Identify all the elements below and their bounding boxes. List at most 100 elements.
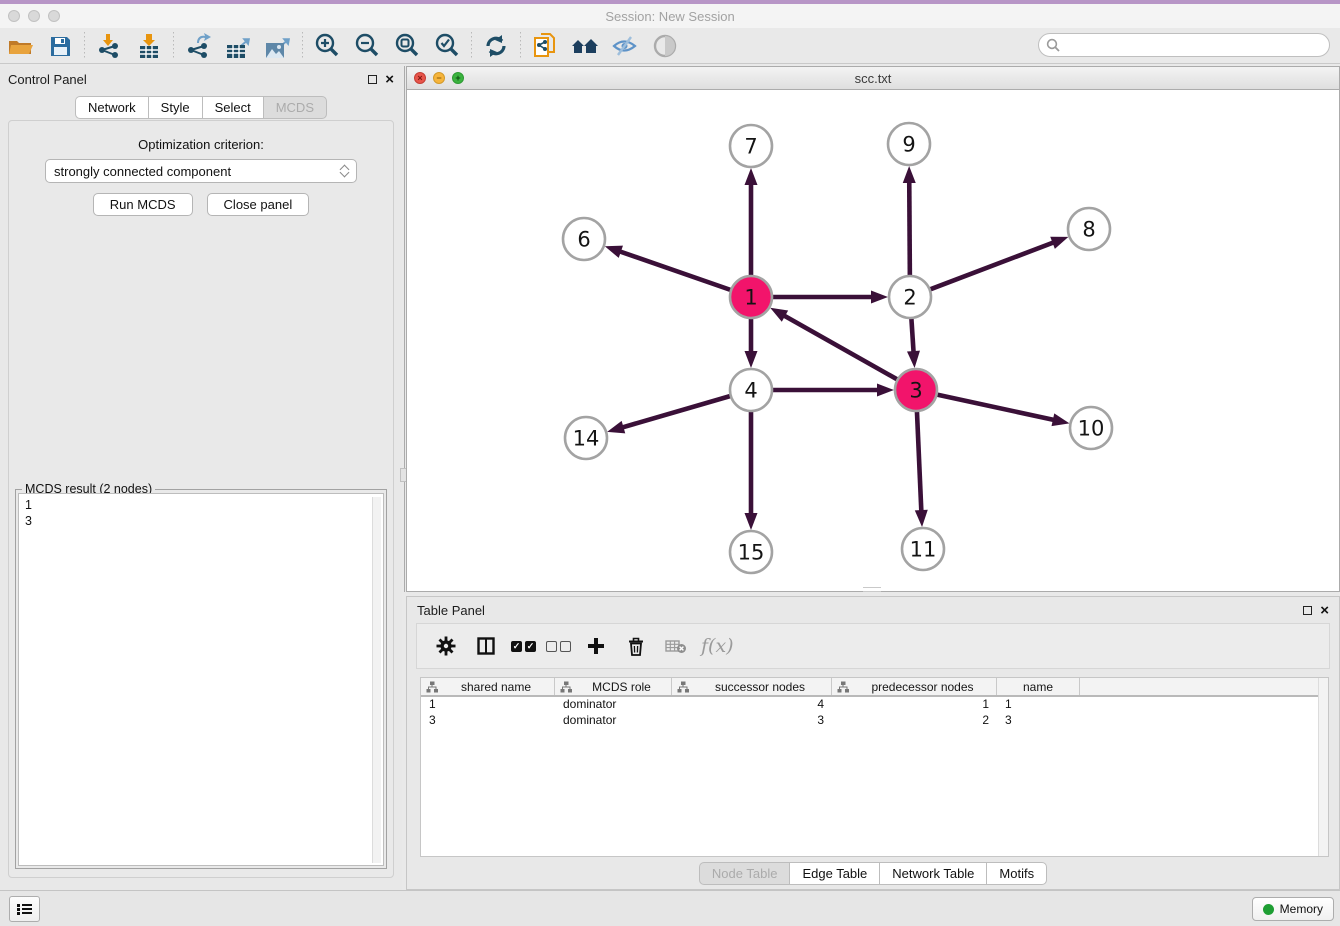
zoom-out-icon	[354, 33, 380, 59]
column-settings-button[interactable]	[431, 636, 461, 656]
column-header-filler	[1080, 678, 1328, 695]
cell-shared-name[interactable]: 1	[421, 697, 555, 713]
tab-style[interactable]: Style	[148, 96, 202, 119]
column-header-predecessor-nodes[interactable]: predecessor nodes	[832, 678, 997, 695]
panel-divider	[404, 66, 405, 592]
cell-successor-nodes[interactable]: 3	[672, 713, 832, 729]
tab-motifs[interactable]: Motifs	[986, 862, 1047, 885]
panel-menu-button[interactable]	[9, 896, 40, 922]
tab-network-table[interactable]: Network Table	[879, 862, 986, 885]
mcds-result-textarea[interactable]: 1 3	[18, 493, 384, 866]
cell-name[interactable]: 1	[997, 697, 1080, 713]
close-panel-icon[interactable]: ×	[1320, 603, 1329, 618]
zoom-selected-icon	[434, 33, 460, 59]
graph-edge-arrowhead	[605, 246, 623, 258]
network-window-resize-grip[interactable]	[863, 587, 881, 592]
network-overview-button[interactable]	[565, 30, 605, 62]
zoom-out-button[interactable]	[347, 30, 387, 62]
tree-icon	[837, 681, 849, 693]
search-input[interactable]	[1038, 33, 1330, 57]
run-mcds-button[interactable]: Run MCDS	[93, 193, 193, 216]
graph-node-label-2: 2	[903, 286, 916, 310]
open-folder-icon	[7, 35, 33, 57]
checked-box-icon: ✓	[525, 641, 536, 652]
unchecked-box-icon	[560, 641, 571, 652]
graph-node-label-8: 8	[1082, 218, 1095, 242]
tab-network[interactable]: Network	[75, 96, 148, 119]
cell-successor-nodes[interactable]: 4	[672, 697, 832, 713]
cell-predecessor-nodes[interactable]: 1	[832, 697, 997, 713]
graph-edge-1-6[interactable]	[619, 251, 731, 290]
refresh-button[interactable]	[476, 30, 516, 62]
cell-predecessor-nodes[interactable]: 2	[832, 713, 997, 729]
graph-edge-2-9[interactable]	[909, 181, 910, 276]
select-all-button[interactable]: ✓ ✓	[511, 641, 536, 652]
memory-status-icon	[1263, 904, 1274, 915]
tab-mcds[interactable]: MCDS	[263, 96, 327, 119]
import-network-button[interactable]	[89, 30, 129, 62]
close-panel-icon[interactable]: ×	[385, 72, 394, 87]
network-canvas[interactable]: 7968124314101511	[407, 90, 1339, 591]
result-scrollbar[interactable]	[372, 497, 381, 863]
delete-row-button[interactable]	[621, 637, 651, 656]
column-header-mcds-role[interactable]: MCDS role	[555, 678, 672, 695]
table-row[interactable]: 3 dominator 3 2 3	[421, 713, 1328, 729]
column-header-shared-name[interactable]: shared name	[421, 678, 555, 695]
table-panel-header: Table Panel ×	[407, 597, 1339, 623]
network-window-titlebar[interactable]: × − + scc.txt	[407, 67, 1339, 90]
close-panel-button[interactable]: Close panel	[207, 193, 310, 216]
zoom-in-button[interactable]	[307, 30, 347, 62]
duplicate-network-button[interactable]	[525, 30, 565, 62]
add-row-button[interactable]	[581, 637, 611, 655]
export-network-button[interactable]	[178, 30, 218, 62]
zoom-fit-button[interactable]	[387, 30, 427, 62]
open-session-button[interactable]	[0, 30, 40, 62]
cell-mcds-role[interactable]: dominator	[555, 697, 672, 713]
column-header-successor-nodes[interactable]: successor nodes	[672, 678, 832, 695]
export-table-icon	[225, 33, 251, 59]
trash-icon	[628, 637, 644, 656]
table-row[interactable]: 1 dominator 4 1 1	[421, 697, 1328, 713]
graph-edge-4-14[interactable]	[622, 396, 731, 428]
column-split-icon	[477, 637, 495, 655]
result-line: 3	[25, 513, 377, 529]
tree-icon	[560, 681, 572, 693]
cell-name[interactable]: 3	[997, 713, 1080, 729]
float-panel-icon[interactable]	[1303, 606, 1312, 615]
column-header-name[interactable]: name	[997, 678, 1080, 695]
graph-edge-arrowhead	[745, 513, 758, 530]
save-icon	[49, 35, 71, 57]
graph-edge-3-11[interactable]	[917, 411, 921, 512]
detail-level-icon	[652, 33, 678, 59]
graph-edge-arrowhead	[871, 291, 888, 304]
graph-edge-3-10[interactable]	[937, 394, 1055, 420]
delete-table-button[interactable]	[661, 638, 691, 654]
hide-graphics-details-button[interactable]	[605, 30, 645, 62]
criterion-dropdown[interactable]: strongly connected component	[45, 159, 357, 183]
graph-edge-2-8[interactable]	[930, 242, 1055, 289]
export-image-button[interactable]	[258, 30, 298, 62]
function-builder-button[interactable]: f(x)	[701, 635, 734, 657]
column-split-button[interactable]	[471, 637, 501, 655]
deselect-all-button[interactable]	[546, 641, 571, 652]
export-table-button[interactable]	[218, 30, 258, 62]
zoom-selected-button[interactable]	[427, 30, 467, 62]
network-window-title: scc.txt	[407, 71, 1339, 86]
tab-select[interactable]: Select	[202, 96, 263, 119]
table-tabs: Node Table Edge Table Network Table Moti…	[407, 862, 1339, 885]
window-title: Session: New Session	[0, 9, 1340, 24]
memory-button[interactable]: Memory	[1252, 897, 1334, 921]
tab-node-table[interactable]: Node Table	[699, 862, 790, 885]
table-scrollbar[interactable]	[1318, 678, 1328, 856]
show-graphics-details-button[interactable]	[645, 30, 685, 62]
tab-edge-table[interactable]: Edge Table	[789, 862, 879, 885]
import-table-button[interactable]	[129, 30, 169, 62]
network-window: × − + scc.txt 7968124314101511	[406, 66, 1340, 592]
graph-edge-3-1[interactable]	[783, 315, 897, 380]
cell-mcds-role[interactable]: dominator	[555, 713, 672, 729]
save-session-button[interactable]	[40, 30, 80, 62]
graph-edge-2-3[interactable]	[911, 318, 913, 353]
toolbar-separator	[84, 32, 85, 60]
cell-shared-name[interactable]: 3	[421, 713, 555, 729]
float-panel-icon[interactable]	[368, 75, 377, 84]
